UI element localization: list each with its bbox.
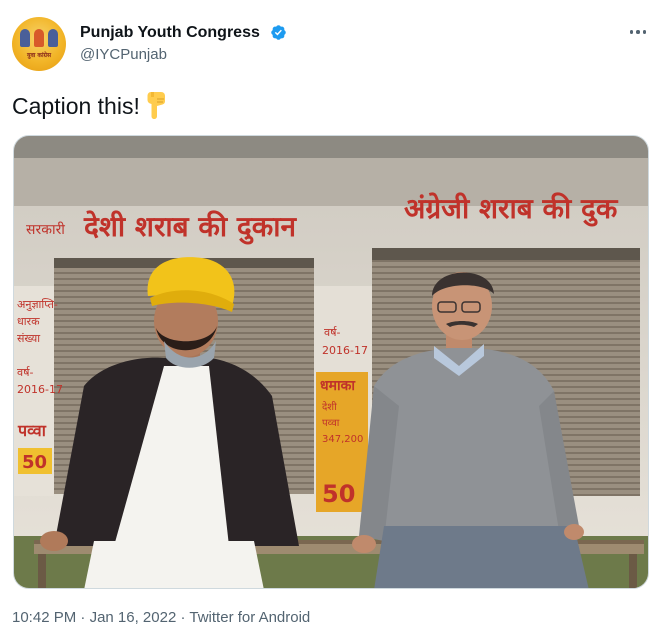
sign-small-label: सरकारी (26, 221, 65, 238)
separator: · (180, 609, 186, 626)
mid-year-label: वर्ष- (324, 326, 340, 339)
mid-price: 50 (322, 480, 355, 508)
left-panel-line: धारक (17, 315, 40, 328)
left-panel-line: 2016-17 (17, 383, 63, 396)
verified-badge-icon (271, 25, 286, 40)
avatar-logo-text: युवा कांग्रेस (26, 52, 52, 59)
author-name[interactable]: Punjab Youth Congress (80, 23, 260, 43)
left-panel-line: अनुज्ञाप्ति- (17, 298, 58, 311)
separator: · (80, 609, 86, 626)
tweet-footer: 10:42 PM · Jan 16, 2022 · Twitter for An… (12, 608, 310, 628)
tweet-time[interactable]: 10:42 PM (12, 609, 76, 626)
tweet-text: Caption this! (12, 93, 140, 119)
tweet-media-image[interactable]: सरकारी देशी शराब की दुकान अंग्रेजी शराब … (13, 135, 649, 589)
mid-panel-line: देशी (322, 401, 337, 413)
tweet-date[interactable]: Jan 16, 2022 (90, 609, 177, 626)
sign-left: देशी शराब की दुकान (83, 210, 298, 245)
price-left: 50 (22, 452, 47, 473)
tweet-text-line: Caption this! (12, 90, 170, 122)
left-panel-line: संख्या (17, 332, 40, 345)
mid-panel-line: 347,200 (322, 434, 363, 445)
mid-panel-line: पव्वा (322, 418, 340, 429)
pawwa-label: पव्वा (17, 421, 47, 440)
sign-right: अंग्रेजी शराब की दुक (404, 192, 619, 227)
avatar[interactable]: युवा कांग्रेस (12, 17, 66, 71)
more-options-icon[interactable] (624, 22, 652, 42)
avatar-figures (20, 29, 58, 47)
tweet[interactable]: युवा कांग्रेस Punjab Youth Congress @IYC… (0, 0, 666, 634)
mid-year: 2016-17 (322, 344, 368, 357)
author-handle[interactable]: @IYCPunjab (80, 45, 167, 65)
tweet-source[interactable]: Twitter for Android (189, 609, 310, 626)
left-panel-line: वर्ष- (17, 366, 33, 379)
mid-top-label: धमाका (320, 378, 356, 394)
pointing-down-emoji-icon (144, 90, 170, 120)
